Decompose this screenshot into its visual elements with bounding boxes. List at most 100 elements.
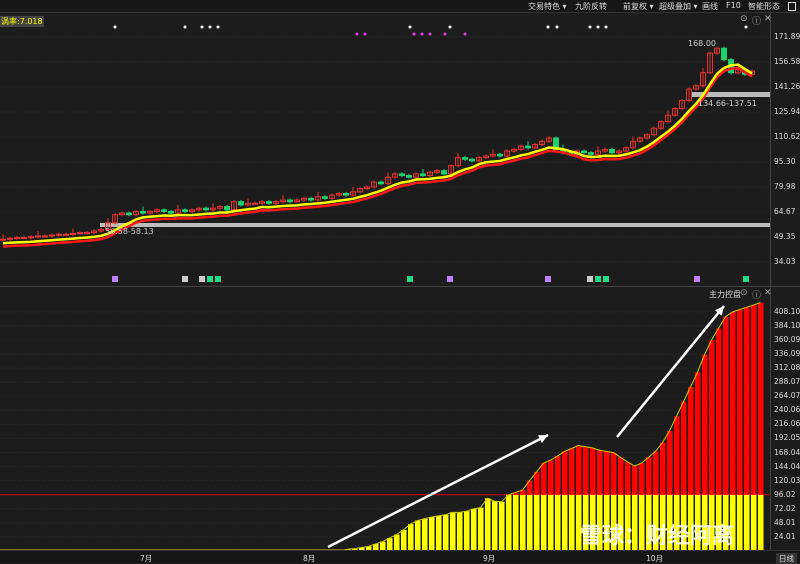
candle [497,153,503,157]
marker-icon [694,276,700,282]
x-label: 9月 [483,554,496,563]
signal-dot [448,25,452,29]
sub-bar [506,494,512,550]
signal-dot [183,25,187,29]
sub-bar [730,311,736,495]
sub-bar [653,451,659,495]
sub-bar [541,463,547,495]
candle [224,206,230,211]
marker-icon [743,276,749,282]
sub-bar [646,457,652,495]
sub-settings-icon[interactable]: ⊙ [740,288,748,298]
sub-bar [457,512,463,550]
sub-bar [478,507,484,550]
signal-dot [408,25,412,29]
sub-tick: 24.01 [774,531,796,541]
candle [399,173,405,177]
candle [126,212,132,216]
candle [462,157,468,160]
sub-bar [744,494,750,550]
sub-tick: 240.06 [774,405,800,415]
sub-axis: 408.10 384.10 360.09 336.09 312.08 288.07 264.… [770,0,800,550]
support-band [100,223,770,227]
signal-dot [555,25,559,29]
candle [70,232,76,235]
sub-close-icon[interactable]: ✕ [764,288,772,298]
range-label: 56.58-58.13 [105,227,154,236]
candle [238,201,244,206]
signal-dot [428,32,432,36]
sub-tick: 120.03 [774,475,800,485]
sub-bar [555,456,561,495]
signal-dot [596,25,600,29]
sub-tick: 288.07 [774,377,800,387]
sub-bar [723,316,729,495]
candle [140,210,146,214]
candle [28,236,34,239]
sub-bar [751,494,757,550]
sub-bar [485,498,491,550]
sub-tick: 360.09 [774,335,800,345]
period-button[interactable]: 日线 [776,553,797,564]
range-label: 134.66-137.51 [698,99,757,108]
sub-bar [548,494,554,550]
sub-tick: 384.10 [774,320,800,330]
candle [21,237,27,240]
candle [308,197,314,201]
signal-dot [208,25,212,29]
candle [322,196,328,199]
sub-help-icon[interactable]: ⓘ [752,288,761,301]
sub-bar [562,451,568,495]
sub-bar [590,447,596,495]
sub-tick: 192.05 [774,433,800,443]
price-chart[interactable]: 168.00 134.66-137.51 56.58-58.13 [0,0,770,550]
sub-bar [422,518,428,550]
sub-tick: 264.07 [774,391,800,401]
candle [0,238,6,241]
candle [56,233,62,236]
candle [266,201,272,204]
sub-bar [611,452,617,495]
candle [14,237,20,240]
signal-dot [412,32,416,36]
sub-bar [401,529,407,550]
sub-bar [695,372,701,495]
sub-bar [499,501,505,550]
sub-bar [415,520,421,550]
signal-dot [546,25,550,29]
sub-tick: 312.08 [774,363,800,373]
sub-bar [667,430,673,495]
candle [168,210,174,214]
candle [343,193,349,196]
candle [588,152,594,155]
sub-bar [548,460,554,495]
sub-bar [688,386,694,495]
sub-bar [562,494,568,550]
candle [63,233,69,236]
signal-dot [588,25,592,29]
signal-dot [363,32,367,36]
candle [49,234,55,237]
sub-bar [555,494,561,550]
sub-bar [632,466,638,495]
candle [42,235,48,238]
candle [525,145,531,149]
sub-bar [674,416,680,495]
sub-bar [492,501,498,550]
sub-bar [737,309,743,495]
marker-icon [207,276,213,282]
marker-icon [545,276,551,282]
sub-bar [583,446,589,495]
sub-bar [429,517,435,550]
sub-bar [569,494,575,550]
sub-bar [639,463,645,495]
sub-bar [716,328,722,495]
candle [7,237,13,240]
sub-bar [450,512,456,550]
sub-bar [744,307,750,495]
marker-icon [215,276,221,282]
sub-bar [436,515,442,550]
sub-bar [443,514,449,550]
sub-bar [513,494,519,550]
signal-dot [355,32,359,36]
